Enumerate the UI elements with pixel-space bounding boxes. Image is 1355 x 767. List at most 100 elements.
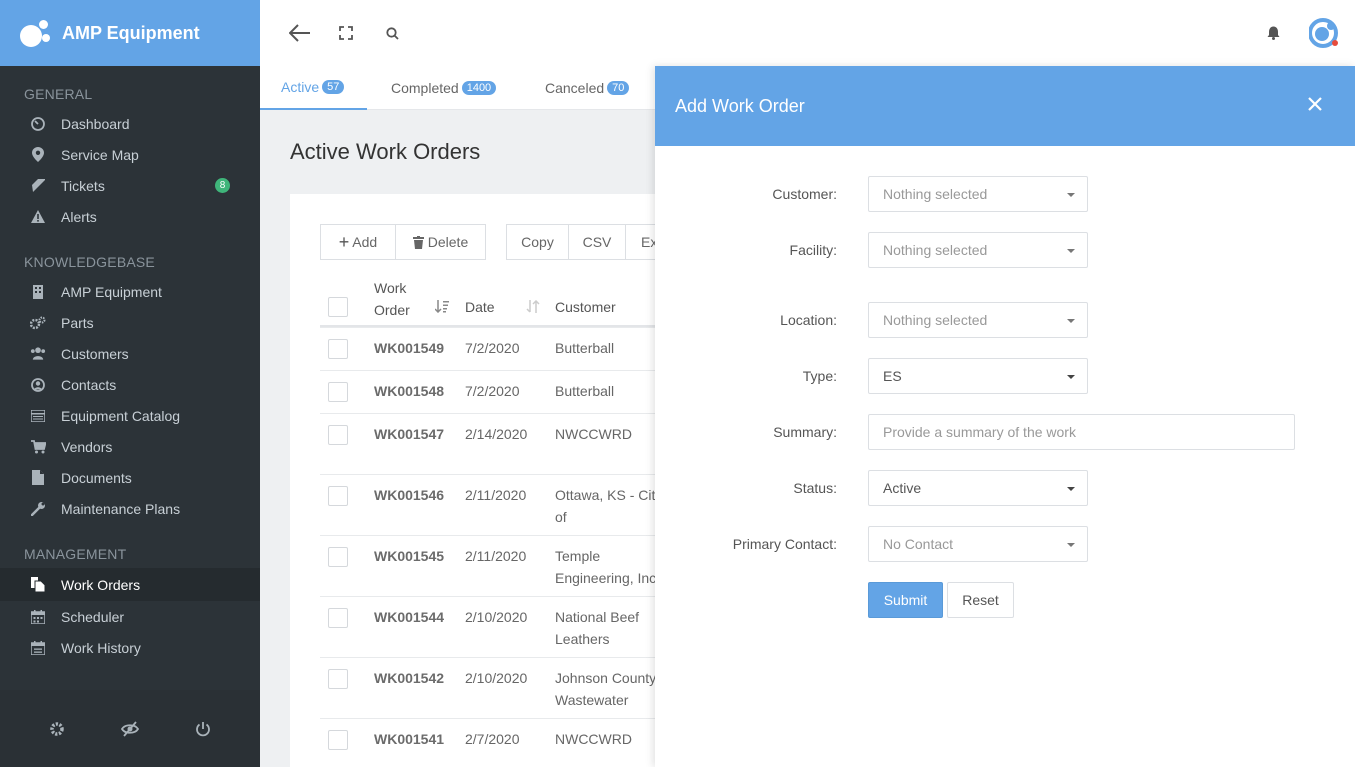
wrench-icon [30, 501, 46, 517]
sidebar-item-equipment-catalog[interactable]: Equipment Catalog [0, 400, 260, 431]
row-date: 2/14/2020 [465, 426, 528, 442]
power-icon[interactable] [194, 720, 212, 738]
map-marker-icon [30, 147, 46, 163]
brand[interactable]: AMP Equipment [0, 0, 260, 66]
column-header-date[interactable]: Date [465, 299, 495, 315]
sidebar-item-dashboard[interactable]: Dashboard [0, 108, 260, 139]
chevron-down-icon [1067, 375, 1075, 379]
row-checkbox[interactable] [328, 730, 348, 750]
sort-icon[interactable] [526, 299, 540, 316]
row-checkbox[interactable] [328, 425, 348, 445]
sidebar-item-label: Work Orders [61, 576, 141, 593]
work-order-number[interactable]: WK001547 [374, 423, 444, 445]
catalog-icon [30, 408, 46, 424]
copy-button[interactable]: Copy [506, 224, 569, 260]
eye-slash-icon[interactable] [120, 720, 139, 738]
dashboard-icon [30, 116, 46, 132]
table-row[interactable]: WK001547 2/14/2020 NWCCWRD [320, 413, 660, 474]
header-text: Order [374, 302, 410, 318]
location-select[interactable]: Nothing selected [868, 302, 1088, 338]
avatar[interactable] [1309, 17, 1341, 49]
row-checkbox[interactable] [328, 486, 348, 506]
app-title: AMP Equipment [62, 22, 200, 43]
search-icon[interactable] [384, 25, 400, 41]
type-select[interactable]: ES [868, 358, 1088, 394]
fullscreen-icon[interactable] [338, 25, 354, 41]
chevron-down-icon [1067, 249, 1075, 253]
row-checkbox[interactable] [328, 382, 348, 402]
sidebar-item-amp-equipment[interactable]: AMP Equipment [0, 276, 260, 307]
submit-button[interactable]: Submit [868, 582, 943, 618]
gear-icon[interactable] [48, 720, 66, 738]
sidebar-item-label: Equipment Catalog [61, 407, 181, 424]
sidebar-item-contacts[interactable]: Contacts [0, 369, 260, 400]
reset-button[interactable]: Reset [947, 582, 1014, 618]
sidebar-item-label: Tickets [61, 177, 105, 194]
select-all-checkbox[interactable] [328, 297, 348, 317]
summary-label: Summary: [773, 424, 837, 440]
work-order-number[interactable]: WK001542 [374, 667, 444, 689]
tab-active[interactable]: Active 57 [260, 66, 367, 110]
table-row[interactable]: WK001544 2/10/2020 National Beef Leather… [320, 596, 660, 657]
row-checkbox[interactable] [328, 547, 348, 567]
sort-desc-icon[interactable] [434, 300, 449, 316]
customer-select-value: Nothing selected [883, 186, 988, 202]
column-header-work-order[interactable]: Work Order [374, 277, 410, 321]
sidebar-item-vendors[interactable]: Vendors [0, 431, 260, 462]
delete-button[interactable]: Delete [395, 224, 486, 260]
primary-contact-label: Primary Contact: [732, 536, 837, 552]
csv-button-label: CSV [582, 234, 612, 250]
table-row[interactable]: WK001548 7/2/2020 Butterball [320, 370, 660, 413]
users-icon [30, 346, 46, 362]
row-checkbox[interactable] [328, 608, 348, 628]
row-checkbox[interactable] [328, 669, 348, 689]
bell-icon[interactable] [1265, 25, 1281, 41]
work-order-number[interactable]: WK001544 [374, 606, 444, 628]
sidebar-item-maintenance-plans[interactable]: Maintenance Plans [0, 493, 260, 524]
tab-count-badge: 70 [607, 81, 630, 95]
primary-contact-select[interactable]: No Contact [868, 526, 1088, 562]
sidebar-item-service-map[interactable]: Service Map [0, 139, 260, 170]
csv-button[interactable]: CSV [568, 224, 626, 260]
status-select[interactable]: Active [868, 470, 1088, 506]
back-arrow-icon[interactable] [288, 22, 312, 44]
table-row[interactable]: WK001542 2/10/2020 Johnson County Wastew… [320, 657, 660, 718]
tab-canceled[interactable]: Canceled 70 [545, 66, 630, 110]
add-button[interactable]: + Add [320, 224, 396, 260]
sidebar-item-tickets[interactable]: Tickets 8 [0, 170, 260, 201]
work-order-number[interactable]: WK001545 [374, 545, 444, 567]
sidebar-item-customers[interactable]: Customers [0, 338, 260, 369]
sidebar-item-label: Documents [61, 469, 132, 486]
user-circle-icon [30, 377, 46, 393]
sidebar-item-alerts[interactable]: Alerts [0, 201, 260, 232]
summary-input[interactable] [868, 414, 1295, 450]
close-icon[interactable] [1305, 94, 1325, 114]
row-date: 2/10/2020 [465, 609, 528, 625]
sidebar-item-scheduler[interactable]: Scheduler [0, 601, 260, 632]
facility-select[interactable]: Nothing selected [868, 232, 1088, 268]
sidebar-item-label: Customers [61, 345, 129, 362]
table-row[interactable]: WK001549 7/2/2020 Butterball [320, 327, 660, 370]
customer-select[interactable]: Nothing selected [868, 176, 1088, 212]
sidebar-item-work-history[interactable]: Work History [0, 632, 260, 663]
work-order-number[interactable]: WK001549 [374, 337, 444, 359]
table-row[interactable]: WK001541 2/7/2020 NWCCWRD [320, 718, 660, 767]
sidebar-item-work-orders[interactable]: Work Orders [0, 568, 260, 601]
sidebar-item-parts[interactable]: Parts [0, 307, 260, 338]
modal-header: Add Work Order [655, 66, 1355, 146]
document-icon [30, 470, 46, 486]
facility-label: Facility: [789, 242, 837, 258]
work-order-number[interactable]: WK001546 [374, 484, 444, 506]
work-order-number[interactable]: WK001541 [374, 728, 444, 750]
table-row[interactable]: WK001546 2/11/2020 Ottawa, KS - City of [320, 474, 662, 535]
tab-completed[interactable]: Completed 1400 [391, 66, 497, 110]
location-label: Location: [780, 312, 837, 328]
column-header-customer[interactable]: Customer [555, 299, 616, 315]
tab-label: Canceled [545, 80, 605, 96]
files-icon [30, 577, 46, 593]
row-checkbox[interactable] [328, 339, 348, 359]
sidebar-item-documents[interactable]: Documents [0, 462, 260, 493]
plus-icon: + [338, 231, 350, 252]
work-order-number[interactable]: WK001548 [374, 380, 444, 402]
table-row[interactable]: WK001545 2/11/2020 Temple Engineering, I… [320, 535, 660, 596]
